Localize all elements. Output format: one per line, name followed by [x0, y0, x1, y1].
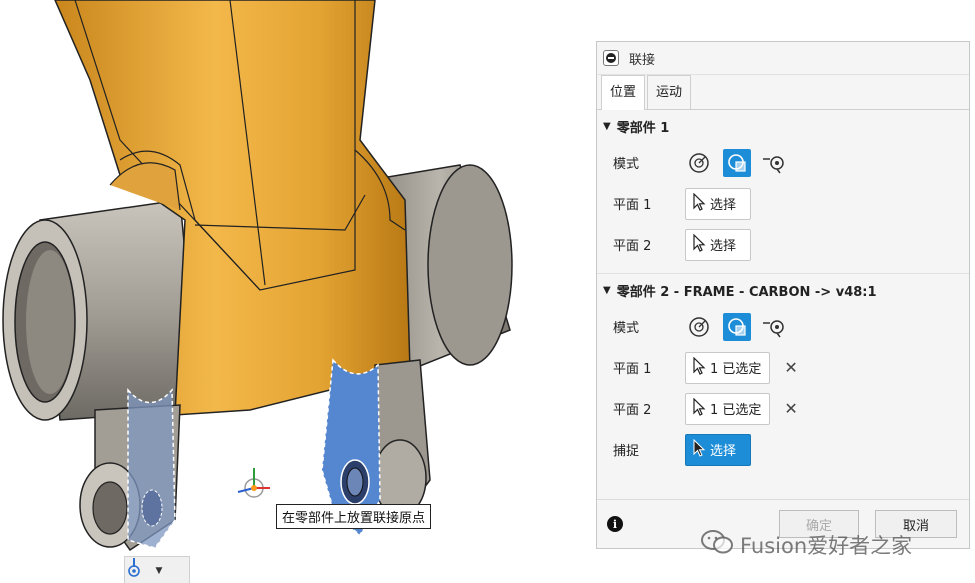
component1-mode-row: 模式 — [597, 142, 969, 183]
wechat-icon — [700, 528, 734, 561]
component2-section: ▼ 零部件 2 - FRAME - CARBON -> v48:1 模式 平面 … — [597, 273, 969, 470]
plane2-label: 平面 2 — [613, 403, 652, 418]
snap-mode-dropdown[interactable]: ▼ — [124, 556, 190, 583]
info-icon[interactable]: i — [607, 516, 623, 532]
3d-viewport[interactable]: 在零部件上放置联接原点 ▼ — [0, 0, 595, 583]
component1-plane2-select-button[interactable]: 选择 — [685, 228, 751, 261]
mode-label: 模式 — [613, 321, 640, 336]
collapse-icon[interactable] — [603, 50, 619, 66]
component2-plane2-select-button[interactable]: 1 已选定 — [685, 392, 771, 425]
clear-plane1-icon[interactable]: ✕ — [784, 358, 797, 377]
component2-snap-row: 捕捉 选择 — [597, 429, 969, 470]
expand-triangle-icon: ▼ — [603, 284, 611, 296]
clear-plane2-icon[interactable]: ✕ — [784, 399, 797, 418]
left-lug — [79, 388, 181, 552]
chevron-down-icon: ▼ — [155, 565, 163, 576]
two-edge-intersection-mode-icon[interactable] — [761, 313, 789, 341]
dialog-header: 联接 — [597, 42, 969, 75]
joint-origin-triad-icon — [234, 462, 274, 502]
two-edge-intersection-mode-icon[interactable] — [761, 149, 789, 177]
plane2-label: 平面 2 — [613, 239, 652, 254]
dialog-title: 联接 — [629, 52, 656, 68]
cursor-arrow-icon — [692, 397, 706, 420]
cursor-arrow-icon — [692, 233, 706, 256]
joint-dialog: 联接 位置 运动 ▼ 零部件 1 模式 平面 1 选择 平面 2 选择 ▼ 零部… — [596, 41, 970, 549]
model-render[interactable] — [0, 0, 595, 583]
component1-header[interactable]: ▼ 零部件 1 — [597, 110, 969, 142]
placement-tooltip: 在零部件上放置联接原点 — [276, 504, 432, 529]
component1-plane1-select-button[interactable]: 选择 — [685, 187, 751, 220]
component2-plane1-row: 平面 1 1 已选定 ✕ — [597, 347, 969, 388]
between-two-faces-mode-icon[interactable] — [723, 148, 751, 177]
tab-motion[interactable]: 运动 — [647, 75, 692, 109]
cursor-arrow-icon — [692, 192, 706, 215]
component2-header[interactable]: ▼ 零部件 2 - FRAME - CARBON -> v48:1 — [597, 273, 969, 306]
cursor-arrow-icon — [692, 356, 706, 379]
component1-section: ▼ 零部件 1 模式 平面 1 选择 平面 2 选择 — [597, 110, 969, 265]
tab-position[interactable]: 位置 — [601, 75, 646, 110]
left-tube — [2, 199, 201, 421]
between-two-faces-mode-icon[interactable] — [723, 312, 751, 341]
component2-plane2-row: 平面 2 1 已选定 ✕ — [597, 388, 969, 429]
simple-mode-icon[interactable] — [685, 149, 713, 177]
snap-label: 捕捉 — [613, 444, 640, 459]
snap-select-button[interactable]: 选择 — [685, 433, 751, 466]
component1-plane2-row: 平面 2 选择 — [597, 224, 969, 265]
watermark: Fusion爱好者之家 — [700, 528, 912, 561]
component2-mode-row: 模式 — [597, 306, 969, 347]
plane1-label: 平面 1 — [613, 198, 652, 213]
expand-triangle-icon: ▼ — [603, 120, 611, 132]
cursor-arrow-icon — [692, 438, 706, 461]
dialog-tabs: 位置 运动 — [597, 75, 969, 110]
component1-plane1-row: 平面 1 选择 — [597, 183, 969, 224]
simple-mode-icon[interactable] — [685, 313, 713, 341]
mode-label: 模式 — [613, 157, 640, 172]
component2-plane1-select-button[interactable]: 1 已选定 — [685, 351, 771, 384]
plane1-label: 平面 1 — [613, 362, 652, 377]
